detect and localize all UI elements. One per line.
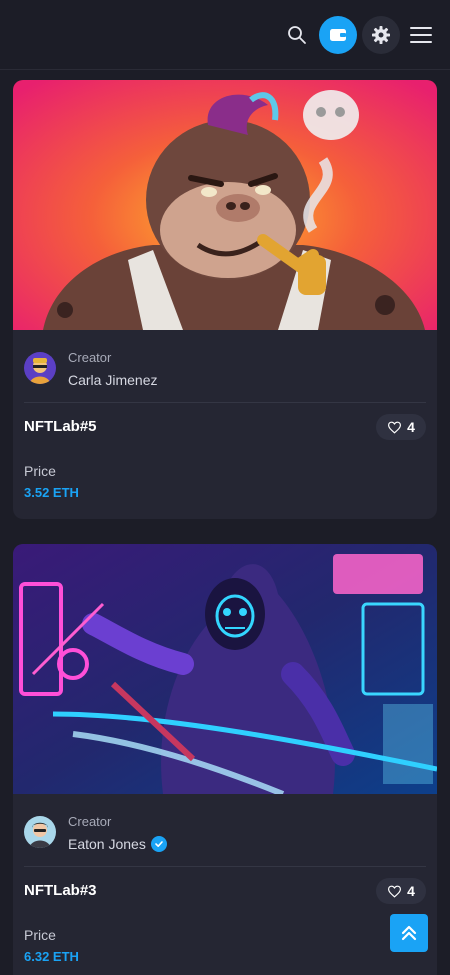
divider [24,402,426,403]
price-label: Price [24,463,56,479]
top-navigation-bar [0,0,450,70]
like-count: 4 [407,419,415,435]
menu-icon [410,27,432,43]
wallet-button[interactable] [319,16,357,54]
creator-avatar-icon [24,816,56,848]
heart-icon [388,885,402,898]
cyber-ninja-artwork [13,544,437,794]
creator-avatar-icon [24,352,56,384]
creator-name[interactable]: Eaton Jones [68,836,167,852]
creator-label: Creator [68,350,112,365]
scroll-to-top-button[interactable] [390,914,428,952]
search-button[interactable] [282,20,312,50]
nft-card[interactable]: Creator Carla Jimenez NFTLab#5 4 Price 3… [13,80,437,519]
creator-name-text: Carla Jimenez [68,372,158,388]
gorilla-artwork [13,80,437,330]
price-label: Price [24,927,56,943]
nft-artwork-image[interactable] [13,544,437,794]
divider [24,866,426,867]
creator-name[interactable]: Carla Jimenez [68,372,157,388]
nft-card[interactable]: Creator Eaton Jones NFTLab#3 4 Price 6.3… [13,544,437,975]
avatar[interactable] [24,352,56,384]
gear-icon [372,26,390,44]
creator-info[interactable]: Creator Eaton Jones [24,814,424,854]
verified-badge-icon [150,836,167,852]
double-chevron-up-icon [401,925,417,941]
wallet-icon [330,29,346,41]
nft-title[interactable]: NFTLab#3 [24,882,97,899]
price-value: 6.32 ETH [24,949,79,964]
like-button[interactable]: 4 [376,878,426,904]
creator-info[interactable]: Creator Carla Jimenez [24,350,424,390]
settings-button[interactable] [362,16,400,54]
avatar[interactable] [24,816,56,848]
price-value: 3.52 ETH [24,485,79,500]
heart-icon [388,421,402,434]
nft-artwork-image[interactable] [13,80,437,330]
creator-label: Creator [68,814,112,829]
nft-title[interactable]: NFTLab#5 [24,418,97,435]
hamburger-menu-button[interactable] [406,20,436,50]
like-button[interactable]: 4 [376,414,426,440]
search-icon [288,26,306,44]
creator-name-text: Eaton Jones [68,836,146,852]
like-count: 4 [407,883,415,899]
